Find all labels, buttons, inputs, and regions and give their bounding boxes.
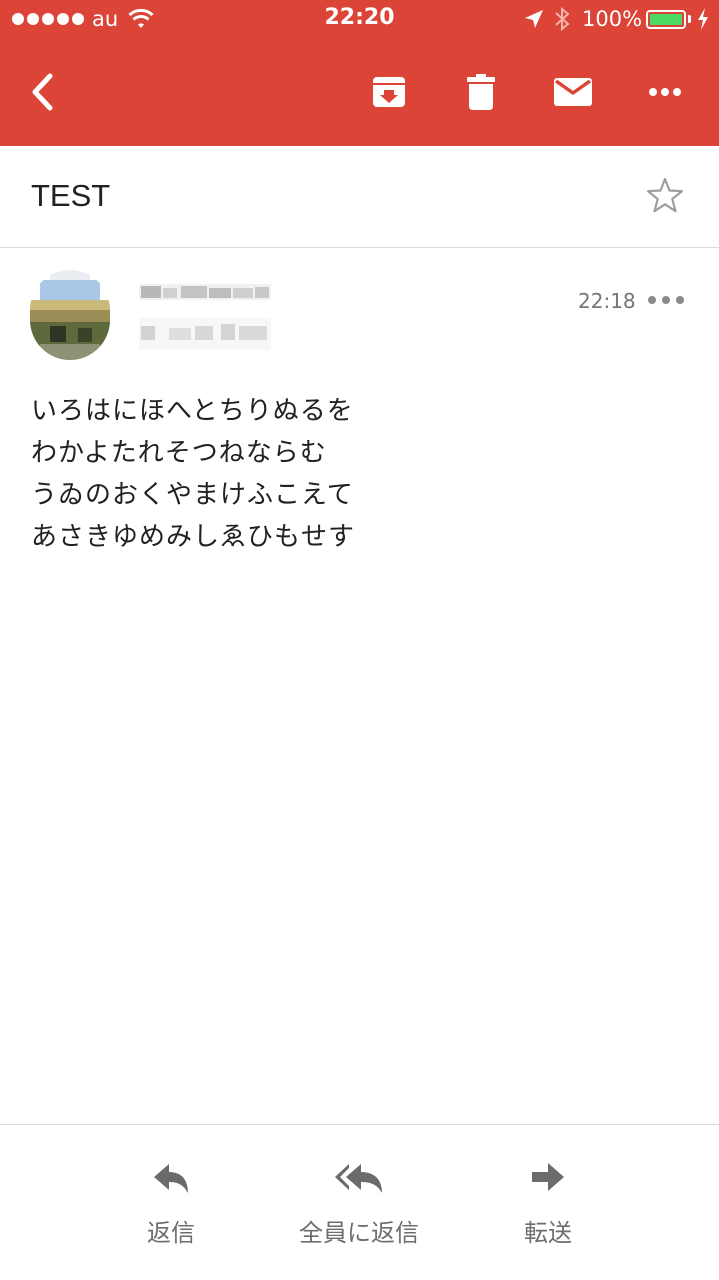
more-dot-icon — [676, 296, 684, 304]
charging-bolt-icon — [698, 8, 708, 30]
reply-icon — [154, 1164, 188, 1193]
forward-label: 転送 — [524, 1219, 572, 1247]
forward-button[interactable]: 転送 — [458, 1155, 638, 1248]
more-dot-icon — [662, 296, 670, 304]
subject-row: TEST — [0, 146, 719, 248]
mark-unread-button[interactable] — [547, 66, 599, 118]
more-dot-icon — [648, 296, 656, 304]
archive-icon — [373, 77, 405, 107]
back-chevron-icon — [32, 73, 53, 111]
body-line: いろはにほへとちりぬるを — [31, 396, 354, 426]
email-subject: TEST — [31, 178, 111, 213]
location-arrow-icon — [525, 10, 543, 28]
battery-icon — [646, 10, 686, 29]
reply-all-icon — [335, 1164, 382, 1193]
forward-icon — [532, 1163, 564, 1191]
star-icon[interactable] — [645, 176, 685, 216]
recipient-obscured — [139, 318, 271, 350]
status-bar: au 22:20 100% — [0, 0, 719, 40]
battery-tip — [688, 15, 691, 23]
reply-label: 返信 — [147, 1219, 195, 1247]
reply-all-button[interactable]: 全員に返信 — [269, 1155, 449, 1248]
message-time: 22:18 — [578, 289, 636, 313]
body-line: わかよたれそつねならむ — [31, 438, 327, 468]
delete-button[interactable] — [455, 66, 507, 118]
back-button[interactable] — [17, 66, 69, 118]
body-line: うゐのおくやまけふこえて — [31, 480, 354, 510]
sender-name-obscured — [139, 284, 271, 300]
app-header: au 22:20 100% — [0, 0, 719, 146]
battery-percent: 100% — [582, 7, 643, 31]
body-line: あさきゆめみしゑひもせす — [31, 522, 356, 552]
more-options-button[interactable] — [639, 66, 691, 118]
reply-button[interactable]: 返信 — [81, 1155, 261, 1248]
mail-icon — [554, 78, 592, 106]
message-actions-bar: 返信 全員に返信 転送 — [0, 1124, 719, 1280]
trash-icon — [467, 74, 495, 110]
message-more-button[interactable] — [648, 288, 684, 312]
more-horizontal-icon — [649, 88, 681, 96]
sender-avatar[interactable] — [30, 270, 110, 360]
message-body: いろはにほへとちりぬるを わかよたれそつねならむ うゐのおくやまけふこえて あさ… — [31, 390, 355, 558]
archive-button[interactable] — [363, 66, 415, 118]
reply-all-label: 全員に返信 — [299, 1219, 419, 1247]
bluetooth-icon — [555, 6, 570, 32]
